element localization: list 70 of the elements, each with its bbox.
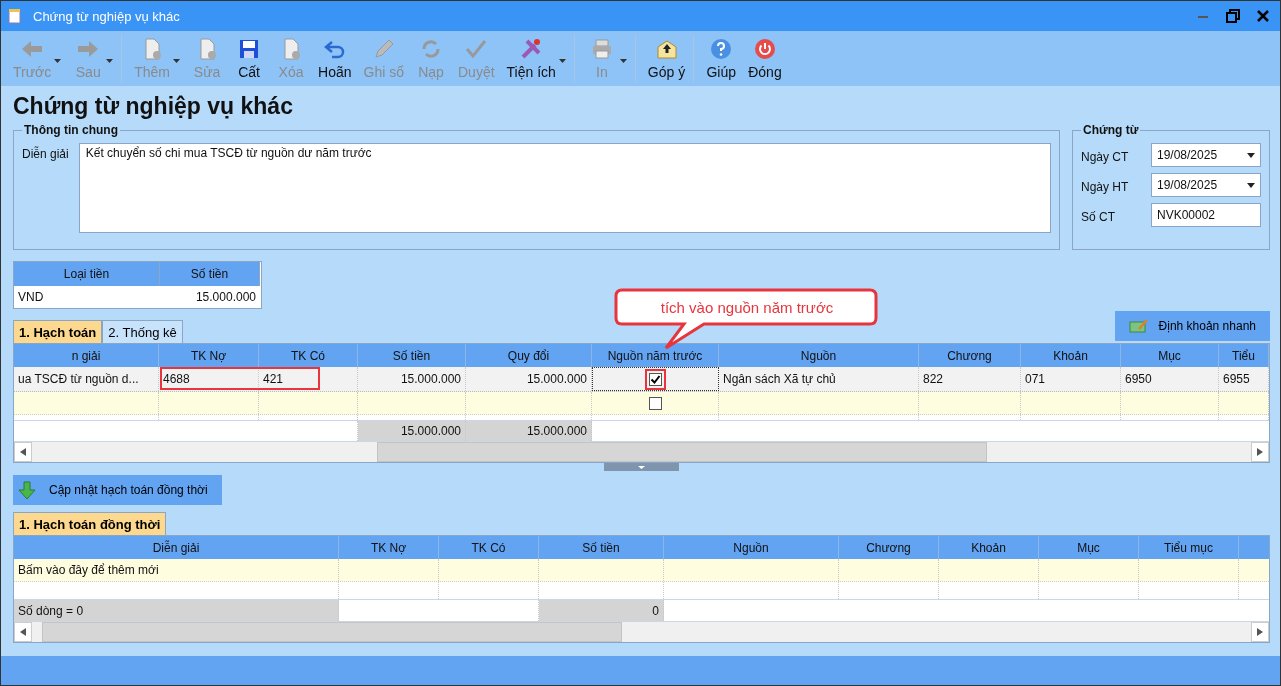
checkbox[interactable] (648, 396, 662, 410)
table-cell: 15.000.000 (466, 367, 592, 391)
help-icon (709, 37, 734, 61)
field-label: Số CT (1081, 209, 1115, 224)
date-field[interactable]: 19/08/2025 (1151, 143, 1261, 167)
table-cell: 071 (1021, 367, 1121, 391)
dropdown-arrow-icon (1247, 152, 1255, 158)
close-button[interactable] (1256, 9, 1270, 23)
field-label: Ngày CT (1081, 149, 1129, 164)
restore-button[interactable] (1226, 9, 1240, 23)
dropdown-arrow-icon (558, 59, 566, 63)
tab[interactable]: 1. Hạch toán đồng thời (13, 512, 167, 535)
quick-entry-button[interactable]: Định khoản nhanh (1114, 311, 1270, 341)
page-heading: Chứng từ nghiệp vụ khác (13, 92, 294, 121)
scrollbar-thumb[interactable] (42, 622, 622, 642)
power-icon (752, 37, 777, 61)
date-field[interactable]: 19/08/2025 (1151, 173, 1261, 197)
table-cell: 421 (259, 367, 358, 391)
scroll-left-button[interactable] (14, 442, 32, 462)
toolbar-button[interactable]: Góp ý (641, 35, 695, 82)
group-title: Chứng từ (1082, 123, 1140, 137)
app-icon (7, 8, 23, 24)
toolbar-button[interactable]: Đóng (742, 35, 788, 82)
toolbar-button[interactable]: Tiện ích (500, 35, 575, 82)
description-field[interactable]: Kết chuyển số chi mua TSCĐ từ nguồn dư năm trước (78, 143, 1051, 233)
scrollbar-thumb[interactable] (377, 442, 987, 462)
toolbar-button[interactable]: Giúp (700, 35, 743, 82)
toolbar-button[interactable]: Cất (228, 35, 271, 82)
update-entries-button[interactable]: Cập nhật hạch toán đồng thời (13, 475, 222, 505)
arrow-left-icon (20, 628, 26, 636)
scroll-left-button[interactable] (14, 622, 32, 642)
arrow-left-icon (20, 448, 26, 456)
table-cell: 6950 (1121, 367, 1219, 391)
arrow-right-icon (1257, 448, 1263, 456)
total-cell: 15.000.000 (358, 421, 466, 441)
table-cell: ua TSCĐ từ nguồn d... (14, 367, 159, 391)
tab[interactable]: 1. Hạch toán (13, 320, 103, 343)
dropdown-arrow-icon (54, 59, 62, 63)
field-label: Ngày HT (1081, 179, 1129, 194)
tab[interactable]: 2. Thống kê (102, 320, 183, 343)
toolbar-button[interactable]: Hoãn (312, 35, 358, 82)
input-field[interactable]: NVK00002 (1151, 203, 1261, 227)
table-cell: 4688 (159, 367, 259, 391)
checkmark-icon (464, 37, 489, 61)
dropdown-arrow-icon (1247, 182, 1255, 188)
column-header: TK Nợ (159, 344, 259, 367)
scroll-right-button[interactable] (1251, 442, 1269, 462)
column-header: Loại tiền (14, 262, 160, 286)
table-cell-text: VND (17, 289, 45, 306)
total-cell: 15.000.000 (466, 421, 592, 441)
table-cell: 15.000.000 (358, 367, 466, 391)
column-header: Số tiền (160, 262, 260, 286)
scroll-right-button[interactable] (1251, 622, 1269, 642)
row-count-cell: Số dòng = 0 (14, 600, 339, 621)
window-title: Chứng từ nghiệp vụ khác (33, 8, 180, 24)
card-pencil-icon (1128, 318, 1149, 334)
dropdown-arrow-icon (173, 59, 181, 63)
table-cell-text: 15.000.000 (194, 289, 257, 306)
dropdown-arrow-icon (619, 59, 627, 63)
arrow-down-icon (17, 480, 37, 500)
dropdown-arrow-icon (106, 59, 114, 63)
splitter-handle[interactable] (604, 463, 679, 471)
table-cell: 822 (919, 367, 1021, 391)
total-cell: 0 (539, 600, 664, 621)
field-label: Diễn giải (22, 145, 69, 163)
arrow-right-icon (1257, 628, 1263, 636)
table-cell: 6955 (1219, 367, 1269, 391)
callout-text: tích vào nguồn năm trước (659, 298, 835, 318)
group-title: Thông tin chung (23, 123, 119, 137)
table-cell: Ngân sách Xã tự chủ (719, 367, 919, 391)
